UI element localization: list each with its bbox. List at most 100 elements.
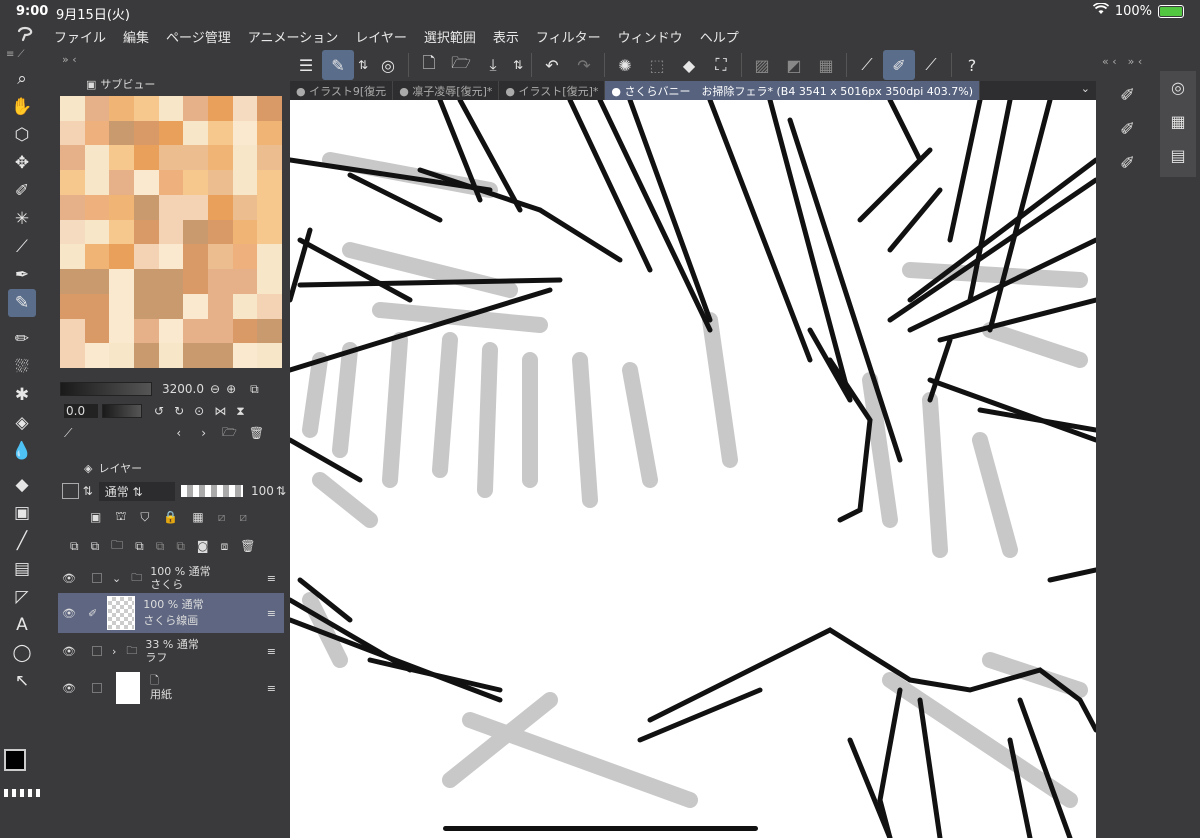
- menu-animation[interactable]: アニメーション: [248, 27, 338, 46]
- eye-icon[interactable]: 👁: [62, 682, 84, 695]
- select-dotted-icon[interactable]: ⬚: [641, 50, 673, 80]
- balloon-icon[interactable]: ◯: [0, 639, 44, 667]
- lock-icon[interactable]: 🔒: [163, 510, 178, 524]
- eye-icon[interactable]: 👁: [62, 645, 84, 658]
- layer-checkbox[interactable]: [92, 573, 102, 583]
- duplicate-layer-icon[interactable]: ⧉: [135, 539, 144, 554]
- layer-row[interactable]: 👁 ✐ 100 % 通常 さくら線画 ≡: [58, 593, 284, 633]
- menu-file[interactable]: ファイル: [54, 27, 106, 46]
- reset-rotation-icon[interactable]: ⊙: [194, 404, 204, 418]
- save-icon[interactable]: ⤓: [477, 50, 509, 80]
- mask-toggle-icon[interactable]: ⧄: [218, 510, 226, 525]
- menu-window[interactable]: ウィンドウ: [618, 27, 683, 46]
- delete-image-icon[interactable]: 🗑: [249, 426, 264, 440]
- ruler-pen-icon[interactable]: ⟋: [851, 50, 883, 80]
- layer-row[interactable]: 👁 › 🗀 33 % 通常 ラフ ≡: [58, 633, 284, 669]
- color-circle-icon[interactable]: ✐: [1120, 147, 1135, 181]
- layer-color-box[interactable]: [62, 483, 79, 499]
- blend-mode-select[interactable]: 通常 ⇅: [98, 481, 175, 501]
- frame-icon[interactable]: ▤: [0, 555, 44, 583]
- menu-edit[interactable]: 編集: [123, 27, 149, 46]
- pen-icon[interactable]: ✒: [0, 261, 44, 289]
- redo-icon[interactable]: ↷: [568, 50, 600, 80]
- next-image-icon[interactable]: ›: [201, 426, 206, 440]
- eraser-icon[interactable]: ◈: [0, 409, 44, 437]
- transform-icon[interactable]: ⛶: [705, 50, 737, 80]
- clip-icon[interactable]: ▣: [90, 510, 101, 524]
- magic-wand-icon[interactable]: ✳: [0, 205, 44, 233]
- prev-image-icon[interactable]: ‹: [176, 426, 181, 440]
- apply-mask-icon[interactable]: ⧈: [221, 539, 229, 554]
- pencil-icon[interactable]: ✎: [8, 289, 36, 317]
- layer-menu-icon[interactable]: ≡: [267, 572, 276, 585]
- correct-line-icon[interactable]: ↖: [0, 667, 44, 695]
- folder-expand-icon[interactable]: ›: [112, 645, 116, 658]
- folder-expand-icon[interactable]: ⌄: [112, 572, 121, 585]
- layer-menu-icon[interactable]: ≡: [267, 682, 276, 695]
- layer-menu-icon[interactable]: ≡: [267, 645, 276, 658]
- subview-image[interactable]: [60, 96, 282, 368]
- hamburger-icon[interactable]: ☰: [290, 50, 322, 80]
- layer-menu-icon[interactable]: ≡: [267, 607, 276, 620]
- new-vector-layer-icon[interactable]: ⧉: [91, 539, 100, 554]
- pen-ruler-icon[interactable]: ⟋: [915, 50, 947, 80]
- zoom-icon[interactable]: ⌕: [0, 65, 44, 93]
- timeline-tab-icon[interactable]: ▤: [1160, 139, 1196, 173]
- palette-color-icon[interactable]: ⧄: [239, 510, 247, 525]
- merge-down-icon[interactable]: ⧉: [156, 539, 165, 554]
- clear-selection-icon[interactable]: ▦: [810, 50, 842, 80]
- fill-bucket-icon[interactable]: ◆: [0, 471, 44, 499]
- menu-page[interactable]: ページ管理: [166, 27, 231, 46]
- hand-icon[interactable]: ✋: [0, 93, 44, 121]
- mask-icon[interactable]: ▦: [192, 510, 203, 524]
- material-tab-icon[interactable]: ▦: [1160, 105, 1196, 139]
- tab-sakura[interactable]: ● さくらバニー お掃除フェラ* (B4 3541 x 5016px 350dp…: [605, 81, 981, 100]
- eyedropper-icon[interactable]: ⟋: [0, 233, 44, 261]
- eye-icon[interactable]: 👁: [62, 607, 84, 620]
- menu-help[interactable]: ヘルプ: [700, 27, 739, 46]
- loading-icon[interactable]: ✺: [609, 50, 641, 80]
- tool-property-icon[interactable]: ✐: [1120, 79, 1135, 113]
- brush-icon[interactable]: ✏: [0, 325, 44, 353]
- line-icon[interactable]: ╱: [0, 527, 44, 555]
- rotate-right-icon[interactable]: ↻: [174, 404, 184, 418]
- layer-checkbox[interactable]: [92, 646, 102, 656]
- rotation-slider[interactable]: [102, 404, 142, 418]
- menu-filter[interactable]: フィルター: [536, 27, 601, 46]
- layer-row[interactable]: 👁 ⌄ 🗀 100 % 通常 さくら ≡: [58, 560, 284, 596]
- spiral-icon[interactable]: ◎: [372, 50, 404, 80]
- blend-chevron-icon[interactable]: ⇅: [83, 484, 93, 498]
- main-color-swatch[interactable]: [4, 749, 26, 771]
- new-file-icon[interactable]: 🗋: [413, 50, 445, 80]
- gradient-icon[interactable]: ▣: [0, 499, 44, 527]
- save-chevron-icon[interactable]: ⇅: [509, 50, 527, 80]
- chevron-updown-icon[interactable]: ⇅: [354, 50, 372, 80]
- menu-layer[interactable]: レイヤー: [355, 27, 407, 46]
- ruler-icon[interactable]: ◸: [0, 583, 44, 611]
- menu-view[interactable]: 表示: [493, 27, 519, 46]
- drawing-canvas[interactable]: [290, 100, 1096, 838]
- deselect-icon[interactable]: ▨: [746, 50, 778, 80]
- blend-icon[interactable]: 💧: [0, 437, 44, 465]
- undo-icon[interactable]: ↶: [536, 50, 568, 80]
- tab-rinko[interactable]: ● 凛子凌辱[復元]*: [393, 81, 500, 100]
- tab-illust[interactable]: ● イラスト[復元]*: [499, 81, 606, 100]
- right-panel-arrows[interactable]: « ‹ » ‹: [1096, 49, 1200, 73]
- opacity-slider[interactable]: [180, 485, 244, 497]
- brush-stabilizer-icon[interactable]: ✐: [883, 50, 915, 80]
- rotate-left-icon[interactable]: ↺: [154, 404, 164, 418]
- app-logo-icon[interactable]: [0, 26, 54, 47]
- decoration-icon[interactable]: ✱: [0, 381, 44, 409]
- tab-dropdown-icon[interactable]: ⌄: [1081, 82, 1090, 95]
- new-folder-icon[interactable]: 🗀: [111, 536, 123, 557]
- open-folder-icon[interactable]: 🗁: [445, 50, 477, 80]
- transparent-color-swatch[interactable]: [4, 789, 40, 797]
- layer-row[interactable]: 👁 🗋 用紙 ≡: [58, 668, 284, 708]
- new-raster-layer-icon[interactable]: ⧉: [70, 539, 79, 554]
- flip-vertical-icon[interactable]: ⧗: [236, 404, 244, 419]
- panel-nav-arrows[interactable]: » ‹: [56, 49, 286, 70]
- fit-icon[interactable]: ⧉: [250, 382, 259, 397]
- text-icon[interactable]: A: [0, 611, 44, 639]
- navigator-tab-icon[interactable]: ◎: [1160, 71, 1196, 105]
- rotation-value[interactable]: 0.0: [64, 404, 98, 418]
